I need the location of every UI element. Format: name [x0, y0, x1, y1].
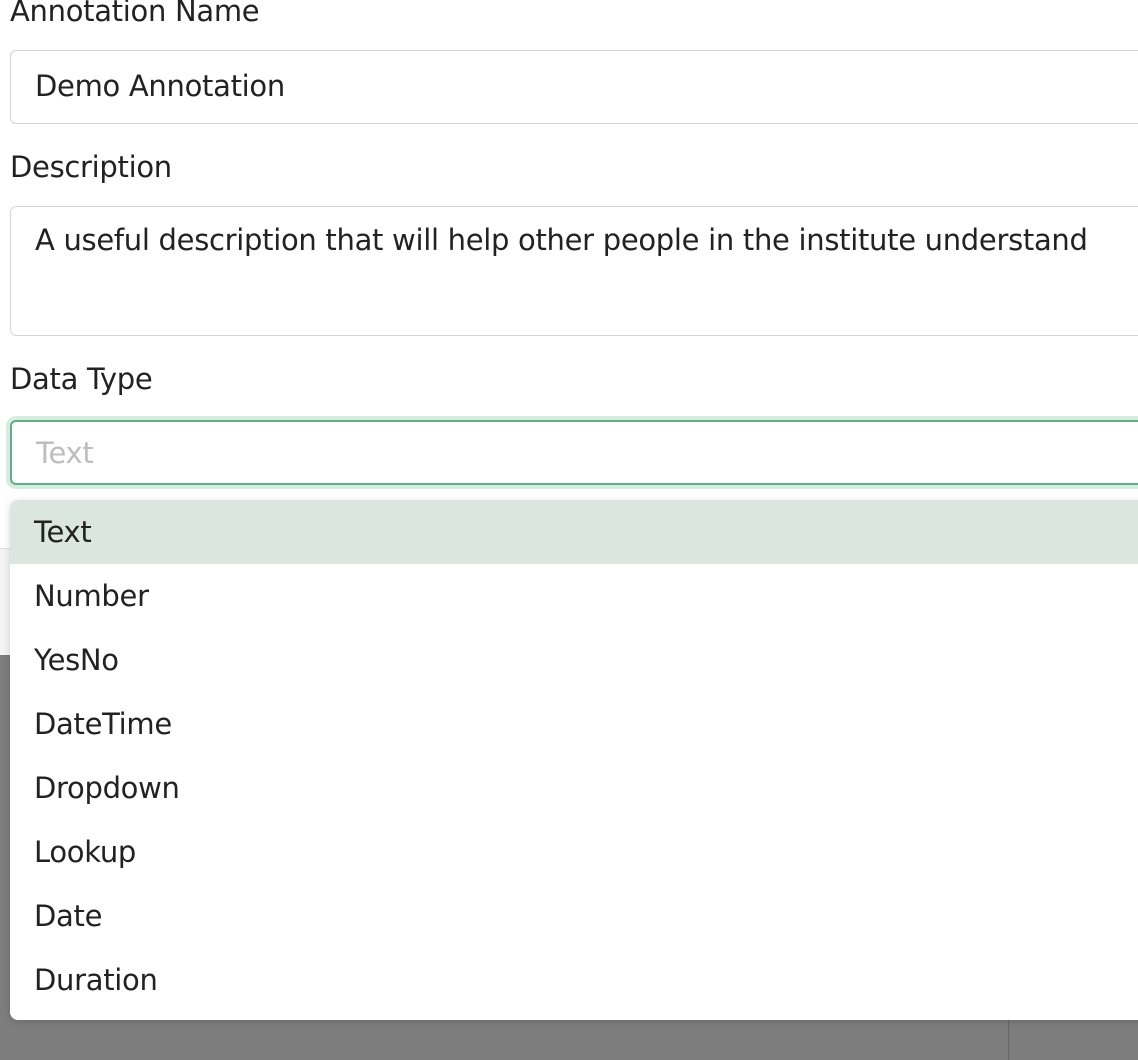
option-text[interactable]: Text: [10, 500, 1138, 564]
data-type-menu: Text Number YesNo DateTime Dropdown Look…: [10, 500, 1138, 1020]
data-type-label: Data Type: [10, 362, 153, 396]
description-textarea[interactable]: A useful description that will help othe…: [10, 206, 1138, 336]
description-label: Description: [10, 150, 172, 184]
annotation-name-label: Annotation Name: [10, 0, 260, 28]
divider: [1008, 1020, 1009, 1060]
option-number[interactable]: Number: [10, 564, 1138, 628]
option-yesno[interactable]: YesNo: [10, 628, 1138, 692]
annotation-name-input[interactable]: Demo Annotation: [10, 50, 1138, 124]
option-dropdown[interactable]: Dropdown: [10, 756, 1138, 820]
option-datetime[interactable]: DateTime: [10, 692, 1138, 756]
data-type-select[interactable]: Text: [10, 420, 1138, 485]
option-duration[interactable]: Duration: [10, 948, 1138, 1012]
option-lookup[interactable]: Lookup: [10, 820, 1138, 884]
option-date[interactable]: Date: [10, 884, 1138, 948]
